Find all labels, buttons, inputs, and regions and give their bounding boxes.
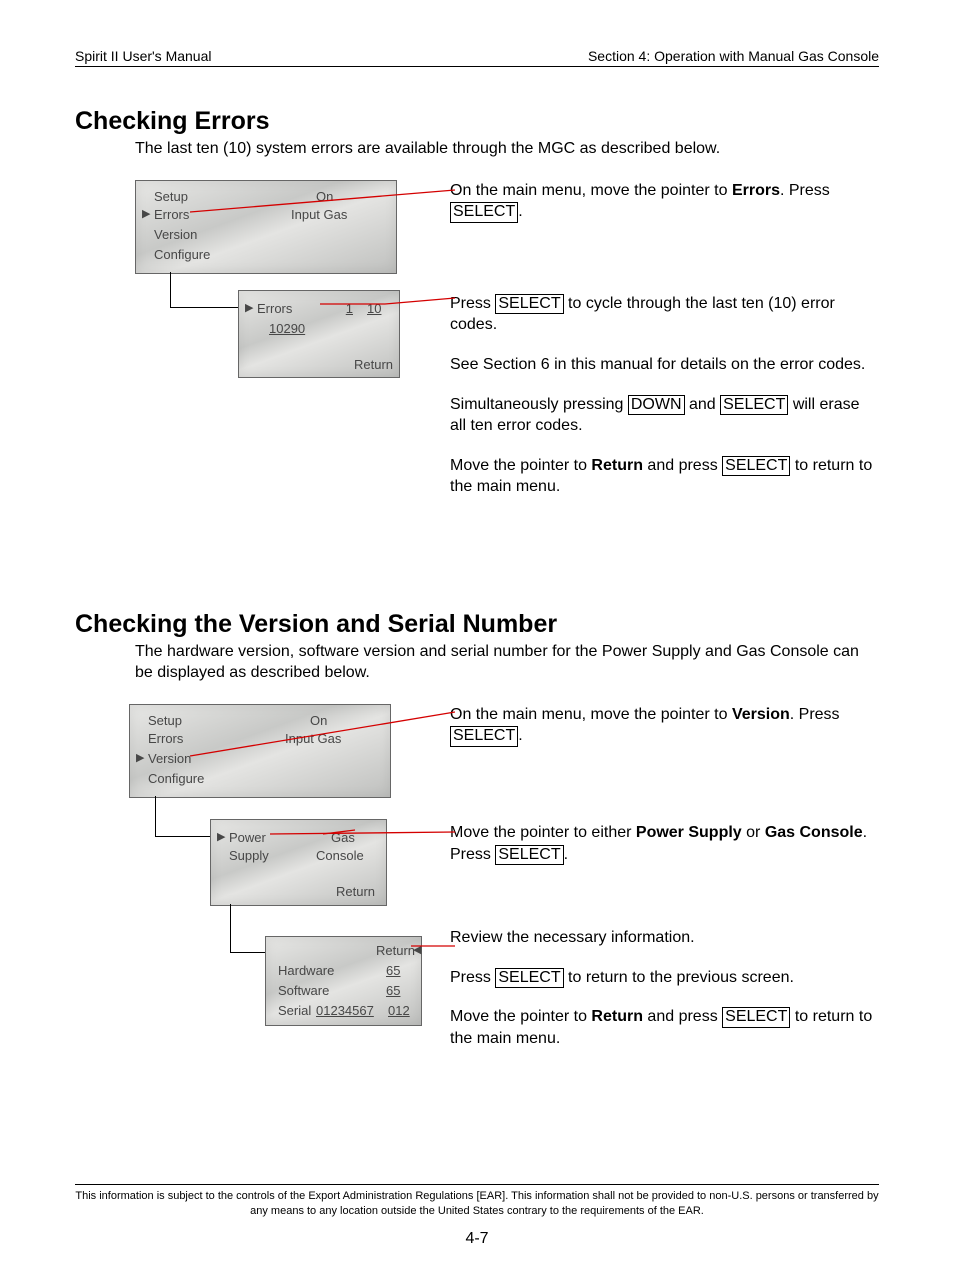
menu-version: Version bbox=[154, 227, 197, 242]
lcd-main-menu: ▶ Setup On Errors Input Gas Version Conf… bbox=[129, 704, 391, 798]
serial-label: Serial bbox=[278, 1003, 311, 1018]
menu-input-gas: Input Gas bbox=[285, 731, 341, 746]
hardware-value: 65 bbox=[386, 963, 400, 978]
lcd-errors: ▶ Errors 1 10 10290 Return bbox=[238, 290, 400, 378]
menu-on: On bbox=[310, 713, 327, 728]
menu-setup: Setup bbox=[154, 189, 188, 204]
menu-input-gas: Input Gas bbox=[291, 207, 347, 222]
pointer-icon: ▶ bbox=[217, 830, 225, 843]
menu-configure: Configure bbox=[154, 247, 210, 262]
menu-console: Console bbox=[316, 848, 364, 863]
serial-value-a: 01234567 bbox=[316, 1003, 374, 1018]
step-text: Simultaneously pressing DOWN and SELECT … bbox=[450, 394, 879, 437]
serial-value-b: 012 bbox=[388, 1003, 410, 1018]
step-text: Move the pointer to either Power Supply … bbox=[450, 822, 879, 865]
menu-errors: Errors bbox=[154, 207, 189, 222]
export-control-footer: This information is subject to the contr… bbox=[75, 1184, 879, 1219]
errors-label: Errors bbox=[257, 301, 292, 316]
menu-return: Return bbox=[376, 943, 415, 958]
page-number: 4-7 bbox=[75, 1230, 879, 1248]
lcd-version-menu: ▶ Power Gas Supply Console Return bbox=[210, 819, 387, 906]
menu-gas: Gas bbox=[331, 830, 355, 845]
menu-errors: Errors bbox=[148, 731, 183, 746]
menu-supply: Supply bbox=[229, 848, 269, 863]
step-text: Press SELECT to return to the previous s… bbox=[450, 967, 879, 989]
step-text: Move the pointer to Return and press SEL… bbox=[450, 1006, 879, 1049]
hardware-label: Hardware bbox=[278, 963, 334, 978]
step-text: On the main menu, move the pointer to Ve… bbox=[450, 704, 879, 747]
key-select: SELECT bbox=[495, 968, 563, 988]
header-right: Section 4: Operation with Manual Gas Con… bbox=[588, 48, 879, 64]
step-text: On the main menu, move the pointer to Er… bbox=[450, 180, 879, 223]
key-select: SELECT bbox=[722, 1007, 790, 1027]
error-index: 1 bbox=[329, 301, 353, 316]
error-code: 10290 bbox=[269, 321, 305, 336]
key-select: SELECT bbox=[450, 202, 518, 222]
key-down: DOWN bbox=[628, 395, 685, 415]
step-text: Move the pointer to Return and press SEL… bbox=[450, 455, 879, 498]
pointer-icon: ◀ bbox=[413, 943, 421, 956]
error-total: 10 bbox=[367, 301, 381, 316]
header-left: Spirit II User's Manual bbox=[75, 48, 212, 64]
step-text: Press SELECT to cycle through the last t… bbox=[450, 293, 879, 336]
pointer-icon: ▶ bbox=[136, 751, 144, 764]
section-title-version: Checking the Version and Serial Number bbox=[75, 610, 879, 639]
key-select: SELECT bbox=[495, 845, 563, 865]
key-select: SELECT bbox=[720, 395, 788, 415]
pointer-icon: ▶ bbox=[142, 207, 150, 220]
step-text: Review the necessary information. bbox=[450, 927, 879, 949]
key-select: SELECT bbox=[450, 726, 518, 746]
lcd-main-menu: ▶ Setup On Errors Input Gas Version Conf… bbox=[135, 180, 397, 274]
key-select: SELECT bbox=[722, 456, 790, 476]
section-title-errors: Checking Errors bbox=[75, 107, 879, 136]
software-value: 65 bbox=[386, 983, 400, 998]
software-label: Software bbox=[278, 983, 329, 998]
menu-power: Power bbox=[229, 830, 266, 845]
lcd-version-detail: Return ◀ Hardware 65 Software 65 Serial … bbox=[265, 936, 422, 1026]
menu-version: Version bbox=[148, 751, 191, 766]
key-select: SELECT bbox=[495, 294, 563, 314]
menu-setup: Setup bbox=[148, 713, 182, 728]
menu-on: On bbox=[316, 189, 333, 204]
section-intro-version: The hardware version, software version a… bbox=[135, 641, 879, 684]
pointer-icon: ▶ bbox=[245, 301, 253, 314]
step-text: See Section 6 in this manual for details… bbox=[450, 354, 879, 376]
errors-return: Return bbox=[354, 357, 393, 372]
menu-configure: Configure bbox=[148, 771, 204, 786]
section-intro-errors: The last ten (10) system errors are avai… bbox=[135, 138, 879, 160]
menu-return: Return bbox=[336, 884, 375, 899]
page-header: Spirit II User's Manual Section 4: Opera… bbox=[75, 48, 879, 67]
